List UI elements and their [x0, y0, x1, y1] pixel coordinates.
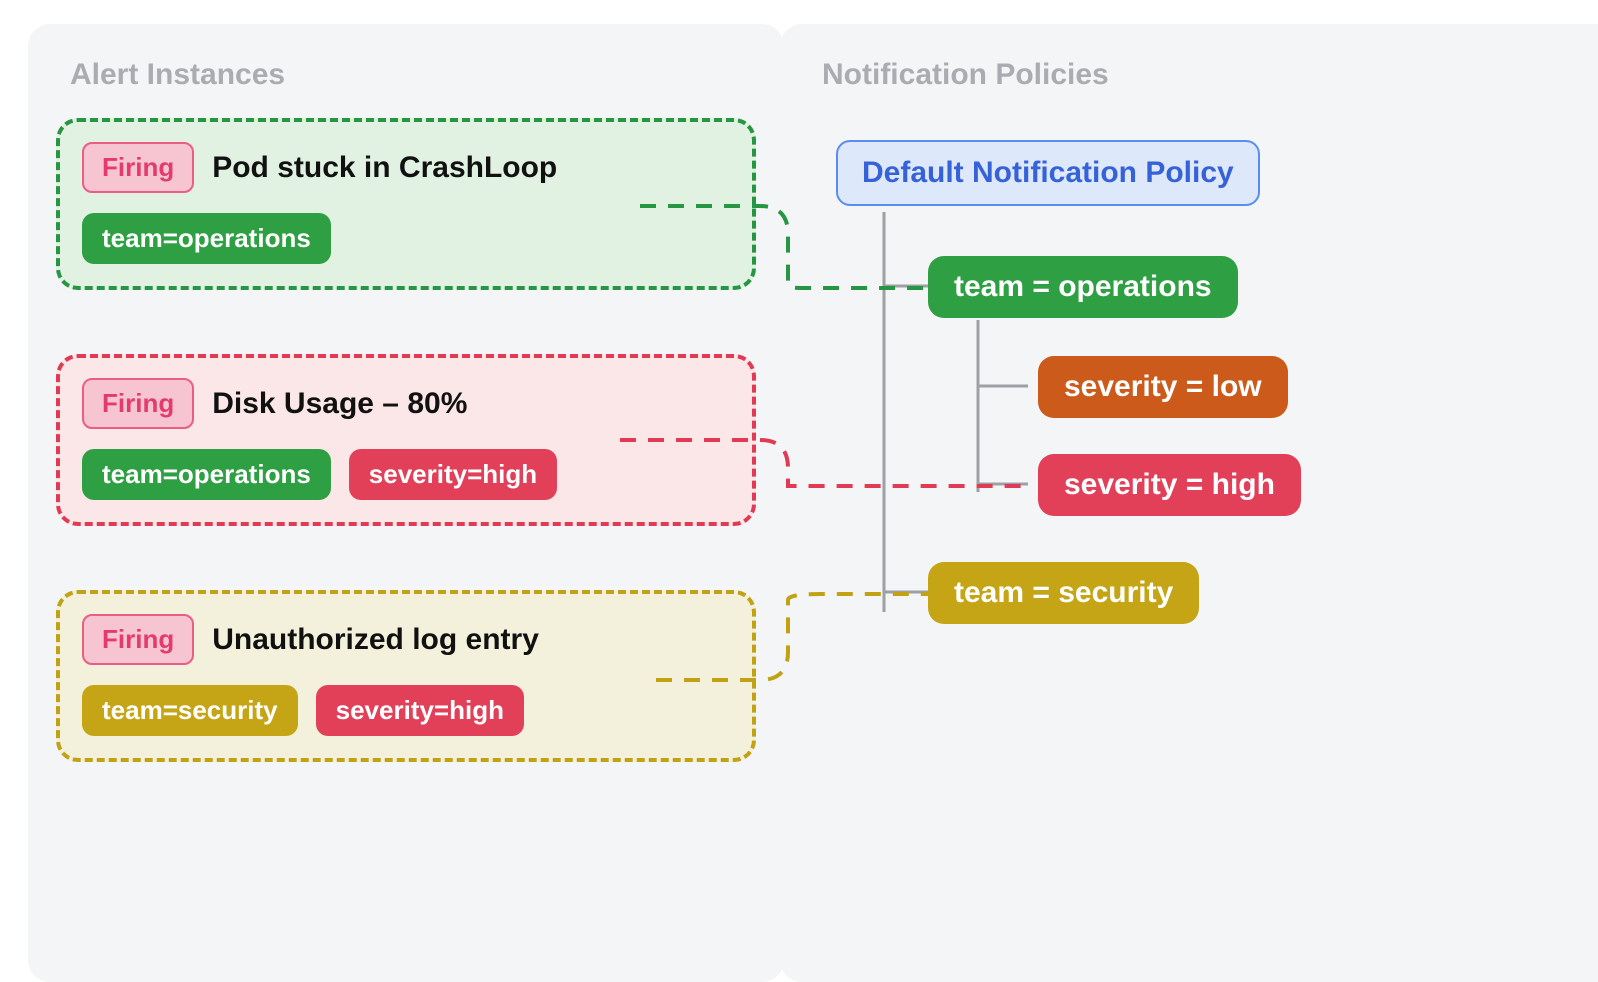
policy-root-node: Default Notification Policy — [836, 140, 1260, 206]
status-badge: Firing — [82, 614, 194, 665]
label-tag: severity=high — [349, 449, 557, 500]
alert-name: Disk Usage – 80% — [212, 387, 467, 421]
label-tag: severity=high — [316, 685, 524, 736]
label-tag: team=security — [82, 685, 298, 736]
notification-policies-panel: Notification Policies Default Notificati… — [780, 24, 1598, 982]
alert-instances-panel: Alert Instances Firing Pod stuck in Cras… — [28, 24, 784, 982]
alert-card: Firing Disk Usage – 80% team=operations … — [56, 354, 756, 526]
alert-instances-title: Alert Instances — [70, 58, 756, 92]
policy-node-team-operations: team = operations — [928, 256, 1238, 318]
notification-policies-title: Notification Policies — [822, 58, 1594, 92]
status-badge: Firing — [82, 142, 194, 193]
policy-node-team-security: team = security — [928, 562, 1199, 624]
alert-card: Firing Pod stuck in CrashLoop team=opera… — [56, 118, 756, 290]
alert-card: Firing Unauthorized log entry team=secur… — [56, 590, 756, 762]
alert-name: Pod stuck in CrashLoop — [212, 151, 557, 185]
diagram-stage: Alert Instances Firing Pod stuck in Cras… — [0, 0, 1598, 968]
policy-node-severity-low: severity = low — [1038, 356, 1288, 418]
label-tag: team=operations — [82, 449, 331, 500]
status-badge: Firing — [82, 378, 194, 429]
label-tag: team=operations — [82, 213, 331, 264]
policy-node-severity-high: severity = high — [1038, 454, 1301, 516]
alert-name: Unauthorized log entry — [212, 623, 539, 657]
